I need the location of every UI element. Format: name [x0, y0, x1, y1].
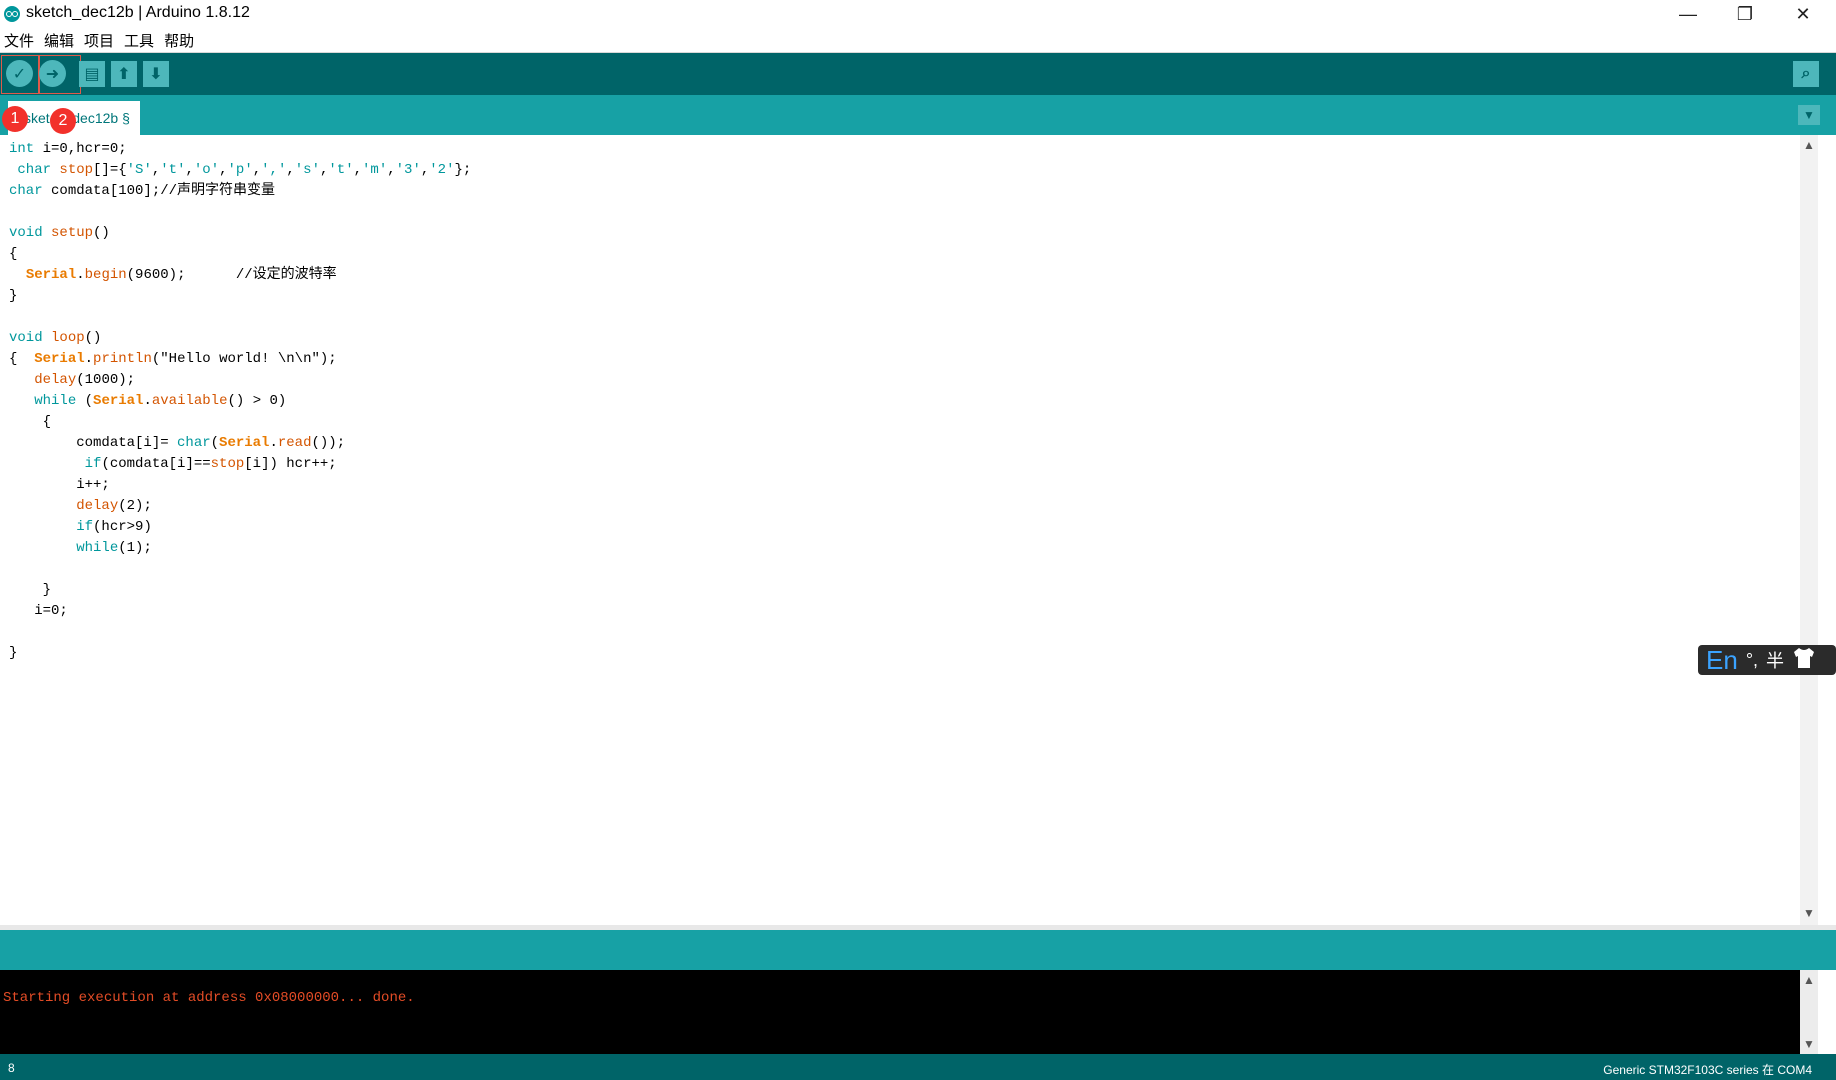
highlight-box-upload: [38, 55, 81, 94]
title-bar: sketch_dec12b | Arduino 1.8.12 — ❐ ✕: [0, 0, 1836, 28]
arduino-logo-icon: [4, 6, 20, 22]
window-title: sketch_dec12b | Arduino 1.8.12: [26, 4, 250, 21]
code-line[interactable]: delay(1000);: [9, 370, 471, 391]
magnifier-icon: ⌕: [1801, 65, 1811, 82]
save-button[interactable]: ⬇: [143, 61, 169, 87]
menu-bar: 文件 编辑 项目 工具 帮助: [0, 28, 1836, 53]
code-line[interactable]: Serial.begin(9600); //设定的波特率: [9, 265, 471, 286]
code-line[interactable]: [9, 622, 471, 643]
console-scrollbar[interactable]: ▲ ▼: [1800, 970, 1818, 1054]
open-arrow-up-icon: ⬆: [117, 66, 131, 83]
tab-bar: sketch_dec12b § ▼: [0, 95, 1836, 135]
code-line[interactable]: char stop[]={'S','t','o','p',',','s','t'…: [9, 160, 471, 181]
tab-label: sketch_dec12b §: [24, 110, 130, 126]
serial-monitor-button[interactable]: ⌕: [1793, 61, 1819, 87]
tab-menu-button[interactable]: ▼: [1798, 105, 1820, 125]
board-info: Generic STM32F103C series 在 COM4: [1603, 1063, 1812, 1077]
console-scroll-up-icon[interactable]: ▲: [1800, 972, 1818, 988]
code-line[interactable]: char comdata[100];//声明字符串变量: [9, 181, 471, 202]
status-bar: 8 Generic STM32F103C series 在 COM4: [0, 1054, 1836, 1080]
shirt-icon[interactable]: [1792, 647, 1816, 674]
ime-mode[interactable]: En: [1706, 645, 1738, 676]
new-button[interactable]: ▤: [79, 61, 105, 87]
ime-width[interactable]: 半: [1766, 647, 1784, 673]
code-text[interactable]: int i=0,hcr=0; char stop[]={'S','t','o',…: [9, 139, 471, 664]
console-divider[interactable]: [0, 925, 1836, 970]
code-line[interactable]: if(comdata[i]==stop[i]) hcr++;: [9, 454, 471, 475]
code-line[interactable]: int i=0,hcr=0;: [9, 139, 471, 160]
code-line[interactable]: {: [9, 244, 471, 265]
console-output: Starting execution at address 0x08000000…: [0, 970, 1818, 1054]
editor-scrollbar[interactable]: ▲ ▼: [1800, 135, 1818, 925]
new-file-icon: ▤: [84, 66, 100, 83]
code-line[interactable]: [9, 307, 471, 328]
code-line[interactable]: [9, 202, 471, 223]
code-line[interactable]: void loop(): [9, 328, 471, 349]
code-line[interactable]: {: [9, 412, 471, 433]
code-line[interactable]: while (Serial.available() > 0): [9, 391, 471, 412]
highlight-box-verify: [1, 55, 40, 94]
code-line[interactable]: }: [9, 580, 471, 601]
ime-punctuation[interactable]: °,: [1746, 650, 1758, 671]
code-line[interactable]: i=0;: [9, 601, 471, 622]
menu-tools[interactable]: 工具: [119, 30, 159, 51]
code-line[interactable]: }: [9, 286, 471, 307]
menu-help[interactable]: 帮助: [159, 30, 199, 51]
code-line[interactable]: void setup(): [9, 223, 471, 244]
open-button[interactable]: ⬆: [111, 61, 137, 87]
code-line[interactable]: while(1);: [9, 538, 471, 559]
code-line[interactable]: comdata[i]= char(Serial.read());: [9, 433, 471, 454]
save-arrow-down-icon: ⬇: [149, 66, 163, 83]
ime-toolbar[interactable]: En °, 半: [1698, 645, 1836, 675]
scroll-down-icon[interactable]: ▼: [1800, 905, 1818, 921]
code-line[interactable]: { Serial.println("Hello world! \n\n");: [9, 349, 471, 370]
dropdown-arrow-icon: ▼: [1803, 108, 1815, 122]
code-editor[interactable]: int i=0,hcr=0; char stop[]={'S','t','o',…: [0, 135, 1818, 925]
toolbar: ✓ ➜ ▤ ⬆ ⬇ ⌕: [0, 53, 1836, 95]
code-line[interactable]: }: [9, 643, 471, 664]
restore-button[interactable]: ❐: [1718, 0, 1772, 28]
scroll-up-icon[interactable]: ▲: [1800, 137, 1818, 153]
menu-edit[interactable]: 编辑: [39, 30, 79, 51]
minimize-button[interactable]: —: [1661, 0, 1715, 28]
code-line[interactable]: i++;: [9, 475, 471, 496]
close-button[interactable]: ✕: [1776, 0, 1830, 28]
annotation-badge-2: 2: [50, 108, 76, 134]
menu-sketch[interactable]: 项目: [79, 30, 119, 51]
menu-file[interactable]: 文件: [0, 30, 39, 51]
console-scroll-down-icon[interactable]: ▼: [1800, 1036, 1818, 1052]
console-message: Starting execution at address 0x08000000…: [3, 990, 415, 1006]
code-line[interactable]: delay(2);: [9, 496, 471, 517]
code-line[interactable]: [9, 559, 471, 580]
line-number: 8: [8, 1061, 15, 1075]
annotation-badge-1: 1: [2, 106, 28, 132]
code-line[interactable]: if(hcr>9): [9, 517, 471, 538]
